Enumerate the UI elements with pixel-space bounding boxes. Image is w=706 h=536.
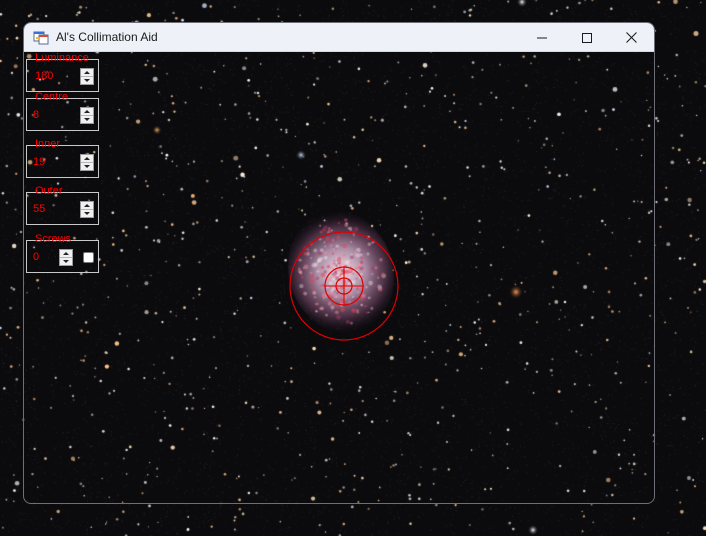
caption-buttons [519,23,654,52]
arrow-down-icon [84,164,90,168]
arrow-down-icon [84,117,90,121]
outer-label: Outer [35,185,63,197]
arrow-down-icon [63,259,69,263]
luminance-up-button[interactable] [81,69,93,77]
arrow-up-icon [84,156,90,160]
arrow-up-icon [84,109,90,113]
window-title: Al's Collimation Aid [56,30,158,44]
inner-down-button[interactable] [81,163,93,171]
arrow-down-icon [84,78,90,82]
arrow-up-icon [63,251,69,255]
maximize-icon [581,32,592,43]
screws-checkbox[interactable] [83,252,94,263]
screws-up-button[interactable] [60,250,72,258]
maximize-button[interactable] [564,23,609,52]
app-window-icon [33,29,49,45]
centre-label: Centre [35,91,69,103]
close-button[interactable] [609,23,654,52]
outer-value[interactable]: 55 [33,203,45,216]
inner-stepper[interactable] [80,154,94,171]
title-bar[interactable]: Al's Collimation Aid [24,23,654,52]
screws-label: Screws [35,233,72,245]
outer-group: Outer 55 [26,185,99,225]
inner-value[interactable]: 19 [33,156,45,169]
centre-stepper[interactable] [80,107,94,124]
inner-label: Inner [35,138,61,150]
screws-value[interactable]: 0 [33,251,39,264]
centre-group: Centre 8 [26,91,99,131]
collimation-reticle [289,231,399,341]
minimize-icon [536,37,547,38]
centre-down-button[interactable] [81,116,93,124]
outer-down-button[interactable] [81,210,93,218]
close-icon [626,32,637,43]
outer-up-button[interactable] [81,202,93,210]
screws-stepper[interactable] [59,249,73,266]
luminance-value[interactable]: 180 [35,70,53,83]
luminance-group: Luminance 180 [26,52,99,92]
arrow-up-icon [84,203,90,207]
luminance-down-button[interactable] [81,77,93,85]
outer-stepper[interactable] [80,201,94,218]
screws-group: Screws 0 [26,233,99,273]
arrow-up-icon [84,70,90,74]
inner-up-button[interactable] [81,155,93,163]
luminance-stepper[interactable] [80,68,94,85]
screws-down-button[interactable] [60,258,72,266]
centre-up-button[interactable] [81,108,93,116]
minimize-button[interactable] [519,23,564,52]
luminance-label: Luminance [35,52,89,64]
centre-value[interactable]: 8 [33,109,39,122]
inner-group: Inner 19 [26,138,99,178]
arrow-down-icon [84,211,90,215]
